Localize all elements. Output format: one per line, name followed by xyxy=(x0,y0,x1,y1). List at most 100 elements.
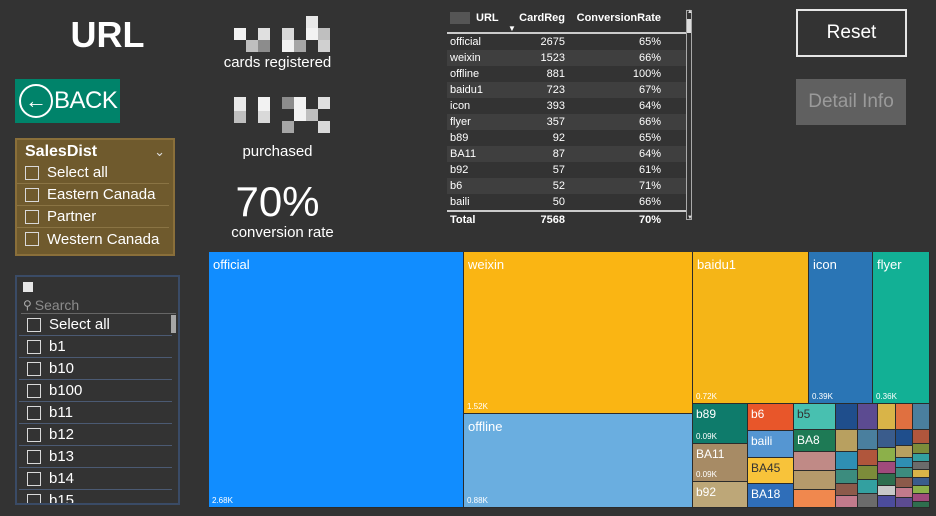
treemap-tile-small[interactable] xyxy=(878,448,896,462)
table-row[interactable]: offline 881 100% xyxy=(447,66,687,82)
treemap-tile-small[interactable] xyxy=(896,430,913,446)
checkbox[interactable] xyxy=(27,449,41,464)
treemap-tile-small[interactable] xyxy=(858,494,878,508)
treemap-tile-small[interactable] xyxy=(794,452,836,471)
treemap-tile-small[interactable] xyxy=(878,486,896,496)
search-input[interactable]: ⚲ Search xyxy=(21,297,176,314)
checkbox[interactable] xyxy=(27,383,41,398)
treemap-tile-small[interactable] xyxy=(913,470,930,478)
scrollbar-thumb[interactable] xyxy=(687,19,691,33)
url-item[interactable]: Select all xyxy=(19,314,172,336)
table-row[interactable]: flyer 357 66% xyxy=(447,114,687,130)
treemap-tile-small[interactable] xyxy=(858,466,878,480)
treemap-tile-icon[interactable]: icon 0.39K xyxy=(809,252,873,404)
treemap-tile-small[interactable] xyxy=(913,502,930,508)
treemap-tile-ba45[interactable]: BA45 xyxy=(748,458,794,484)
table-row[interactable]: b92 57 61% xyxy=(447,162,687,178)
treemap-tile-small[interactable] xyxy=(896,498,913,508)
url-item[interactable]: b15 xyxy=(19,490,172,503)
treemap-tile-ba8[interactable]: BA8 xyxy=(794,430,836,452)
column-header-conversionrate[interactable]: ConversionRate xyxy=(565,12,661,24)
treemap-tile-weixin[interactable]: weixin 1.52K xyxy=(464,252,693,414)
treemap-tile-small[interactable] xyxy=(878,496,896,508)
treemap-tile-baili[interactable]: baili xyxy=(748,431,794,458)
treemap-tile-small[interactable] xyxy=(913,430,930,444)
treemap-tile-small[interactable] xyxy=(913,404,930,430)
table-row[interactable]: b89 92 65% xyxy=(447,130,687,146)
checkbox[interactable] xyxy=(27,361,41,376)
treemap-tile-small[interactable] xyxy=(836,452,858,470)
checkbox[interactable] xyxy=(25,209,39,224)
treemap-tile-small[interactable] xyxy=(896,488,913,498)
table-row[interactable]: weixin 1523 66% xyxy=(447,50,687,66)
treemap-tile-small[interactable] xyxy=(896,468,913,478)
treemap-tile-small[interactable] xyxy=(858,480,878,494)
treemap-tile-small[interactable] xyxy=(836,404,858,430)
treemap-tile-small[interactable] xyxy=(836,496,858,508)
treemap-tile-small[interactable] xyxy=(913,494,930,502)
treemap-tile-small[interactable] xyxy=(794,471,836,490)
chevron-down-icon[interactable]: ⌄ xyxy=(154,144,165,160)
url-item[interactable]: b11 xyxy=(19,402,172,424)
salesdist-item-partner[interactable]: Partner xyxy=(17,206,169,228)
table-row[interactable]: baidu1 723 67% xyxy=(447,82,687,98)
treemap-tile-small[interactable] xyxy=(896,478,913,488)
table-row[interactable]: baili 50 66% xyxy=(447,194,687,210)
url-item[interactable]: b14 xyxy=(19,468,172,490)
checkbox[interactable] xyxy=(25,165,39,180)
url-item[interactable]: b12 xyxy=(19,424,172,446)
salesdist-header[interactable]: SalesDist ⌄ xyxy=(17,140,173,162)
checkbox[interactable] xyxy=(27,405,41,420)
treemap-tile-small[interactable] xyxy=(858,430,878,450)
checkbox[interactable] xyxy=(25,232,39,246)
salesdist-item-select-all[interactable]: Select all xyxy=(17,162,169,184)
column-header-cardreg[interactable]: CardReg ▼ xyxy=(505,12,565,33)
url-item[interactable]: b100 xyxy=(19,380,172,402)
checkbox[interactable] xyxy=(25,187,39,202)
treemap-tile-offline[interactable]: offline 0.88K xyxy=(464,414,693,508)
treemap-tile-small[interactable] xyxy=(836,470,858,484)
url-item[interactable]: b1 xyxy=(19,336,172,358)
detail-info-button[interactable]: Detail Info xyxy=(796,79,906,125)
salesdist-item-western-canada[interactable]: Western Canada xyxy=(17,228,169,250)
treemap-tile-official[interactable]: official 2.68K xyxy=(209,252,464,508)
checkbox[interactable] xyxy=(27,471,41,486)
scroll-down-icon[interactable]: ▼ xyxy=(687,215,693,221)
scroll-up-icon[interactable]: ▲ xyxy=(687,9,693,15)
treemap-tile-b5[interactable]: b5 xyxy=(794,404,836,430)
treemap-tile-small[interactable] xyxy=(878,404,896,430)
treemap-tile-small[interactable] xyxy=(913,444,930,454)
checkbox[interactable] xyxy=(27,339,41,354)
treemap-tile-small[interactable] xyxy=(913,486,930,494)
column-header-url[interactable]: URL xyxy=(447,12,505,24)
url-item[interactable]: b13 xyxy=(19,446,172,468)
back-button[interactable]: ← BACK xyxy=(15,79,120,123)
treemap-tile-small[interactable] xyxy=(836,484,858,496)
checkbox[interactable] xyxy=(27,317,41,332)
treemap-tile-small[interactable] xyxy=(836,430,858,452)
checkbox[interactable] xyxy=(27,493,41,503)
treemap-tile-baidu1[interactable]: baidu1 0.72K xyxy=(693,252,809,404)
treemap-tile-b92[interactable]: b92 xyxy=(693,482,748,508)
salesdist-item-eastern-canada[interactable]: Eastern Canada xyxy=(17,184,169,206)
treemap-tile-small[interactable] xyxy=(913,462,930,470)
table-row[interactable]: official 2675 65% xyxy=(447,34,687,50)
treemap-tile-small[interactable] xyxy=(913,478,930,486)
treemap-tile-small[interactable] xyxy=(896,404,913,430)
treemap-tile-small[interactable] xyxy=(794,490,836,508)
treemap-tile-small[interactable] xyxy=(858,404,878,430)
treemap-tile-flyer[interactable]: flyer 0.36K xyxy=(873,252,930,404)
treemap-tile-small[interactable] xyxy=(878,430,896,448)
treemap-tile-small[interactable] xyxy=(913,454,930,462)
table-row[interactable]: BA11 87 64% xyxy=(447,146,687,162)
table-scrollbar[interactable]: ▲ ▼ xyxy=(686,9,693,221)
url-item[interactable]: b10 xyxy=(19,358,172,380)
table-row[interactable]: b6 52 71% xyxy=(447,178,687,194)
slicer-scrollbar[interactable] xyxy=(171,315,176,333)
treemap-tile-ba11[interactable]: BA11 0.09K xyxy=(693,444,748,482)
treemap-tile-small[interactable] xyxy=(896,446,913,458)
checkbox[interactable] xyxy=(27,427,41,442)
treemap-tile-b89[interactable]: b89 0.09K xyxy=(693,404,748,444)
table-row[interactable]: icon 393 64% xyxy=(447,98,687,114)
reset-button[interactable]: Reset xyxy=(796,9,907,57)
